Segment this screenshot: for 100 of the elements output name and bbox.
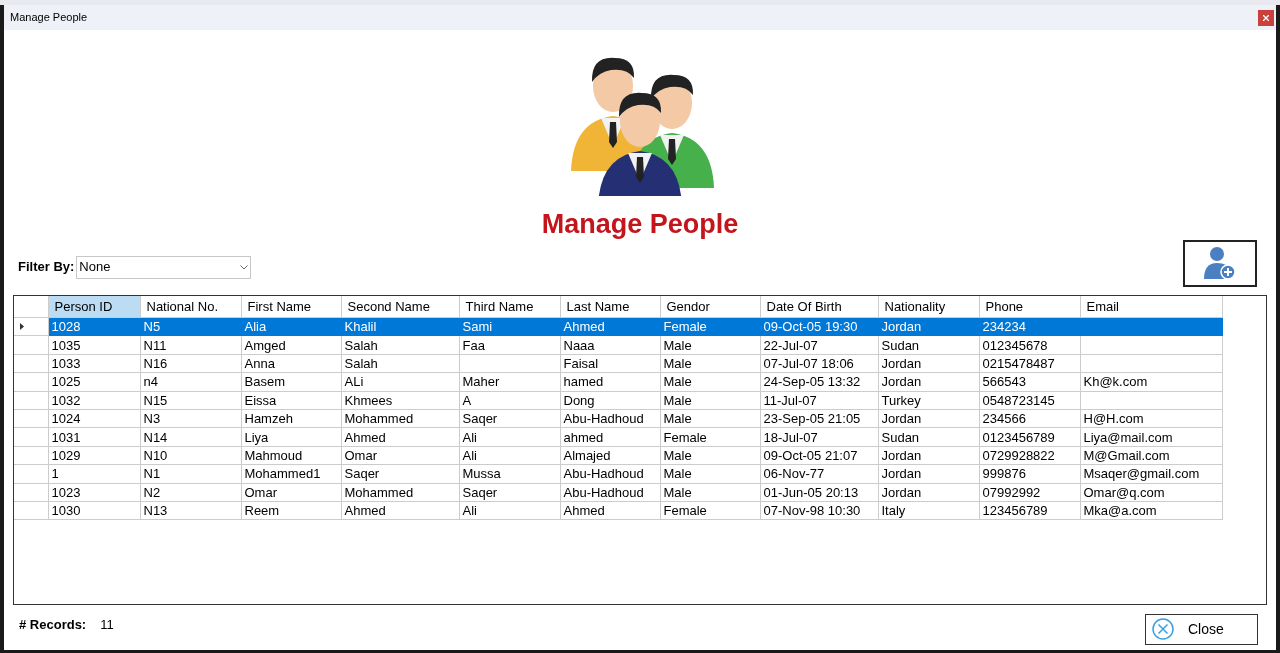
- table-cell: Jordan: [878, 372, 979, 392]
- table-cell: 09-Oct-05 21:07: [760, 446, 878, 465]
- table-cell: N5: [140, 317, 241, 336]
- table-cell: Ahmed: [560, 501, 660, 520]
- table-cell: Liya: [241, 427, 341, 447]
- table-cell: Sami: [459, 317, 560, 336]
- table-cell: 07-Jul-07 18:06: [760, 354, 878, 373]
- page-heading: Manage People: [541, 208, 739, 241]
- filter-dropdown[interactable]: None: [76, 255, 252, 279]
- table-cell: 1032: [48, 391, 140, 410]
- table-cell: Saqer: [459, 409, 560, 428]
- table-cell: Abu-Hadhoud: [560, 409, 660, 428]
- table-cell: 1: [48, 464, 140, 483]
- table-cell: Anna: [241, 354, 341, 373]
- table-cell: Khmees: [341, 391, 459, 410]
- table-cell: n4: [140, 372, 241, 392]
- add-person-button[interactable]: [1183, 239, 1257, 287]
- table-cell: Jordan: [878, 464, 979, 483]
- column-header[interactable]: Date Of Birth: [760, 295, 878, 318]
- table-cell: Maher: [459, 372, 560, 392]
- column-header[interactable]: Gendor: [660, 295, 760, 318]
- table-cell: 07-Nov-98 10:30: [760, 501, 878, 520]
- column-header[interactable]: Email: [1080, 295, 1222, 318]
- table-cell: 1028: [48, 317, 140, 336]
- table-cell: 1030: [48, 501, 140, 520]
- table-cell: N15: [140, 391, 241, 410]
- column-header[interactable]: Person ID: [48, 295, 140, 318]
- table-cell: hamed: [560, 372, 660, 392]
- table-cell: Female: [660, 317, 760, 336]
- window-title: Manage People: [10, 10, 88, 26]
- table-cell: Male: [660, 446, 760, 465]
- table-cell: Male: [660, 372, 760, 392]
- table-cell: ALi: [341, 372, 459, 392]
- table-cell: 566543: [979, 372, 1080, 392]
- records-count: 11: [100, 615, 114, 634]
- table-cell: N14: [140, 427, 241, 447]
- table-cell: 1033: [48, 354, 140, 373]
- table-cell: Sudan: [878, 335, 979, 355]
- table-cell: Jordan: [878, 317, 979, 336]
- table-cell: 0548723145: [979, 391, 1080, 410]
- table-cell: 22-Jul-07: [760, 335, 878, 355]
- column-header[interactable]: Nationality: [878, 295, 979, 318]
- table-cell: Jordan: [878, 446, 979, 465]
- table-cell: Alia: [241, 317, 341, 336]
- table-cell: 999876: [979, 464, 1080, 483]
- table-cell: Msaqer@gmail.com: [1080, 464, 1222, 483]
- table-cell: 09-Oct-05 19:30: [760, 317, 878, 336]
- table-cell: 23-Sep-05 21:05: [760, 409, 878, 428]
- records-label: # Records:: [19, 615, 87, 634]
- table-cell: Omar@q.com: [1080, 483, 1222, 502]
- column-header[interactable]: Phone: [979, 295, 1080, 318]
- table-cell: Basem: [241, 372, 341, 392]
- table-cell: N16: [140, 354, 241, 373]
- table-cell: 24-Sep-05 13:32: [760, 372, 878, 392]
- table-cell: N3: [140, 409, 241, 428]
- table-cell: Mussa: [459, 464, 560, 483]
- table-cell: 1035: [48, 335, 140, 355]
- close-form-button[interactable]: Close: [1145, 613, 1258, 645]
- table-cell: Faisal: [560, 354, 660, 373]
- table-cell: Abu-Hadhoud: [560, 483, 660, 502]
- table-cell: A: [459, 391, 560, 410]
- table-cell: Mohammed1: [241, 464, 341, 483]
- table-cell: Jordan: [878, 409, 979, 428]
- table-cell: Almajed: [560, 446, 660, 465]
- table-cell: Male: [660, 335, 760, 355]
- table-cell: Kh@k.com: [1080, 372, 1222, 392]
- table-cell: N13: [140, 501, 241, 520]
- table-cell: 1025: [48, 372, 140, 392]
- column-header[interactable]: First Name: [241, 295, 341, 318]
- table-cell: ahmed: [560, 427, 660, 447]
- table-cell: Faa: [459, 335, 560, 355]
- close-circle-icon: [1152, 618, 1174, 640]
- table-cell: 01-Jun-05 20:13: [760, 483, 878, 502]
- table-cell: N11: [140, 335, 241, 355]
- table-cell: Reem: [241, 501, 341, 520]
- table-cell: 012345678: [979, 335, 1080, 355]
- table-cell: Saqer: [341, 464, 459, 483]
- column-header[interactable]: Third Name: [459, 295, 560, 318]
- table-cell: Salah: [341, 354, 459, 373]
- table-cell: Hamzeh: [241, 409, 341, 428]
- table-cell: Italy: [878, 501, 979, 520]
- table-cell: 0729928822: [979, 446, 1080, 465]
- table-cell: Male: [660, 464, 760, 483]
- table-cell: Jordan: [878, 354, 979, 373]
- chevron-down-icon: [240, 264, 249, 270]
- close-button[interactable]: [1258, 9, 1274, 26]
- table-cell: 07992992: [979, 483, 1080, 502]
- table-cell: 1023: [48, 483, 140, 502]
- column-header[interactable]: Last Name: [560, 295, 660, 318]
- filter-label: Filter By:: [18, 258, 75, 277]
- table-cell: M@Gmail.com: [1080, 446, 1222, 465]
- table-cell: 123456789: [979, 501, 1080, 520]
- column-header[interactable]: National No.: [140, 295, 241, 318]
- table-cell: Dong: [560, 391, 660, 410]
- table-cell: Sudan: [878, 427, 979, 447]
- table-cell: Ahmed: [560, 317, 660, 336]
- table-cell: Mahmoud: [241, 446, 341, 465]
- column-header[interactable]: Second Name: [341, 295, 459, 318]
- table-cell: Male: [660, 354, 760, 373]
- table-cell: H@H.com: [1080, 409, 1222, 428]
